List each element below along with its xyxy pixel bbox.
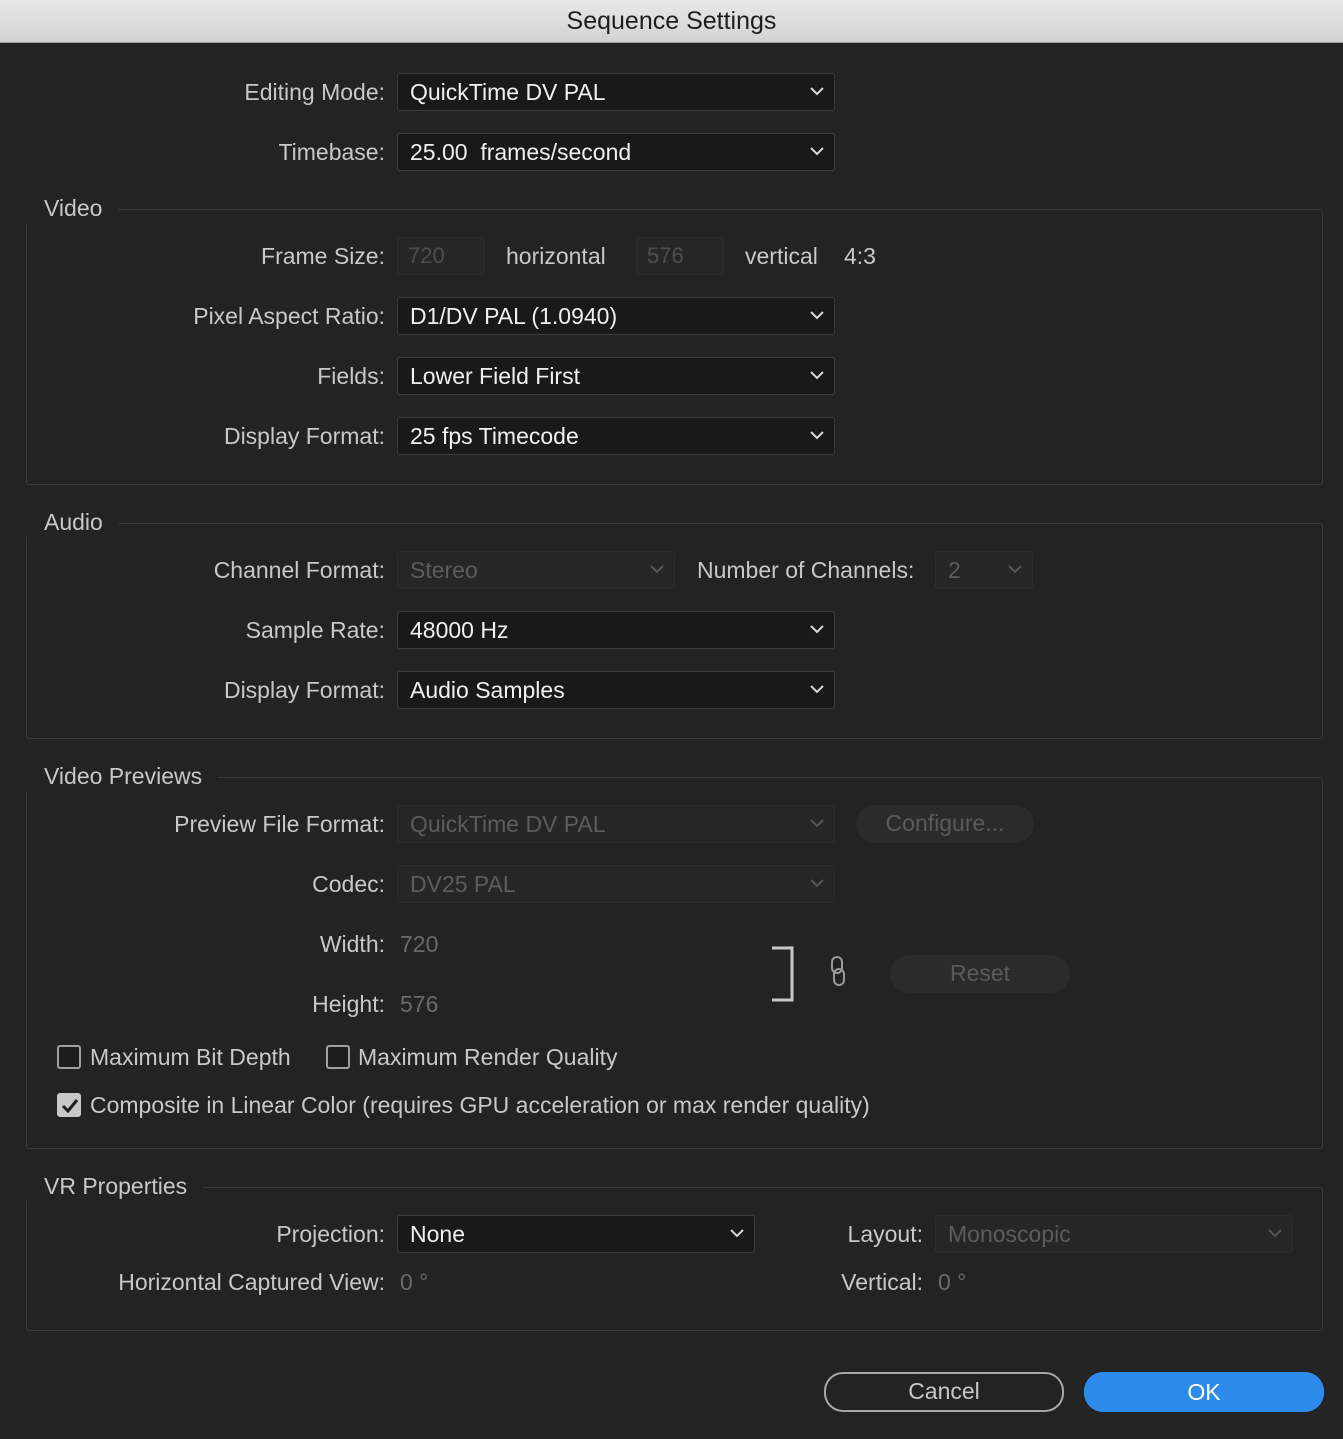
chevron-down-icon <box>650 563 664 575</box>
layout-value: Monoscopic <box>948 1221 1071 1247</box>
layout-dropdown[interactable]: Monoscopic <box>935 1215 1293 1253</box>
chevron-down-icon <box>810 817 824 829</box>
audio-group-title: Audio <box>26 507 119 537</box>
horizontal-label: horizontal <box>506 243 606 269</box>
fields-dropdown[interactable]: Lower Field First <box>397 357 835 395</box>
projection-value: None <box>410 1221 465 1247</box>
max-render-quality-label: Maximum Render Quality <box>358 1044 618 1070</box>
window-title: Sequence Settings <box>566 6 777 35</box>
pixel-aspect-dropdown[interactable]: D1/DV PAL (1.0940) <box>397 297 835 335</box>
ok-button[interactable]: OK <box>1084 1372 1324 1412</box>
vertical-label: vertical <box>745 243 818 269</box>
pixel-aspect-value: D1/DV PAL (1.0940) <box>410 303 618 329</box>
title-bar: Sequence Settings <box>0 0 1343 43</box>
horizontal-captured-view-value[interactable]: 0 ° <box>400 1262 428 1302</box>
max-render-quality-checkbox[interactable] <box>326 1045 350 1069</box>
editing-mode-dropdown[interactable]: QuickTime DV PAL <box>397 73 835 111</box>
cancel-button[interactable]: Cancel <box>824 1372 1064 1412</box>
frame-width-field[interactable]: 720 <box>397 237 485 275</box>
layout-label: Layout: <box>847 1221 923 1247</box>
max-bit-depth-label: Maximum Bit Depth <box>90 1044 291 1070</box>
channel-format-value: Stereo <box>410 557 478 583</box>
vertical-view-label: Vertical: <box>841 1269 923 1295</box>
video-display-format-label: Display Format: <box>223 423 385 449</box>
audio-display-format-value: Audio Samples <box>410 677 565 703</box>
vertical-view-value[interactable]: 0 ° <box>938 1262 966 1302</box>
video-group-title: Video <box>26 193 119 223</box>
bracket-icon <box>770 946 796 1002</box>
max-bit-depth-checkbox[interactable] <box>57 1045 81 1069</box>
link-icon[interactable] <box>828 955 848 987</box>
video-display-format-value: 25 fps Timecode <box>410 423 579 449</box>
codec-dropdown[interactable]: DV25 PAL <box>397 865 835 903</box>
composite-linear-label: Composite in Linear Color (requires GPU … <box>90 1092 870 1118</box>
preview-file-format-value: QuickTime DV PAL <box>410 811 606 837</box>
chevron-down-icon <box>810 877 824 889</box>
height-label: Height: <box>312 991 385 1017</box>
frame-height-field[interactable]: 576 <box>636 237 724 275</box>
video-display-format-dropdown[interactable]: 25 fps Timecode <box>397 417 835 455</box>
chevron-down-icon <box>810 85 824 97</box>
height-value[interactable]: 576 <box>400 984 438 1024</box>
num-channels-label: Number of Channels: <box>697 557 915 583</box>
num-channels-dropdown[interactable]: 2 <box>935 551 1033 589</box>
editing-mode-value: QuickTime DV PAL <box>410 79 606 105</box>
pixel-aspect-label: Pixel Aspect Ratio: <box>193 303 385 329</box>
frame-size-label: Frame Size: <box>261 243 385 269</box>
horizontal-captured-view-label: Horizontal Captured View: <box>118 1269 385 1295</box>
checkmark-icon <box>61 1099 79 1114</box>
timebase-value: 25.00 frames/second <box>410 139 632 165</box>
num-channels-value: 2 <box>948 557 961 583</box>
codec-value: DV25 PAL <box>410 871 516 897</box>
projection-dropdown[interactable]: None <box>397 1215 755 1253</box>
reset-button[interactable]: Reset <box>890 955 1070 993</box>
chevron-down-icon <box>810 369 824 381</box>
video-previews-group-title: Video Previews <box>26 761 219 791</box>
preview-file-format-label: Preview File Format: <box>174 811 385 837</box>
chevron-down-icon <box>1008 563 1022 575</box>
channel-format-dropdown[interactable]: Stereo <box>397 551 675 589</box>
width-value[interactable]: 720 <box>400 924 438 964</box>
vr-properties-group-title: VR Properties <box>26 1171 204 1201</box>
projection-label: Projection: <box>276 1221 385 1247</box>
sample-rate-label: Sample Rate: <box>245 617 385 643</box>
sample-rate-value: 48000 Hz <box>410 617 509 643</box>
timebase-label: Timebase: <box>278 139 385 165</box>
chevron-down-icon <box>1268 1227 1282 1239</box>
chevron-down-icon <box>730 1227 744 1239</box>
chevron-down-icon <box>810 309 824 321</box>
chevron-down-icon <box>810 429 824 441</box>
fields-value: Lower Field First <box>410 363 580 389</box>
aspect-ratio-text: 4:3 <box>844 243 876 269</box>
audio-display-format-label: Display Format: <box>223 677 385 703</box>
timebase-dropdown[interactable]: 25.00 frames/second <box>397 133 835 171</box>
chevron-down-icon <box>810 683 824 695</box>
codec-label: Codec: <box>312 871 385 897</box>
vr-properties-group <box>26 1187 1323 1331</box>
fields-label: Fields: <box>317 363 385 389</box>
preview-file-format-dropdown[interactable]: QuickTime DV PAL <box>397 805 835 843</box>
audio-display-format-dropdown[interactable]: Audio Samples <box>397 671 835 709</box>
sample-rate-dropdown[interactable]: 48000 Hz <box>397 611 835 649</box>
editing-mode-label: Editing Mode: <box>244 79 385 105</box>
channel-format-label: Channel Format: <box>213 557 385 583</box>
configure-button[interactable]: Configure... <box>856 805 1034 843</box>
chevron-down-icon <box>810 623 824 635</box>
width-label: Width: <box>319 931 385 957</box>
chevron-down-icon <box>810 145 824 157</box>
composite-linear-checkbox[interactable] <box>57 1093 81 1117</box>
